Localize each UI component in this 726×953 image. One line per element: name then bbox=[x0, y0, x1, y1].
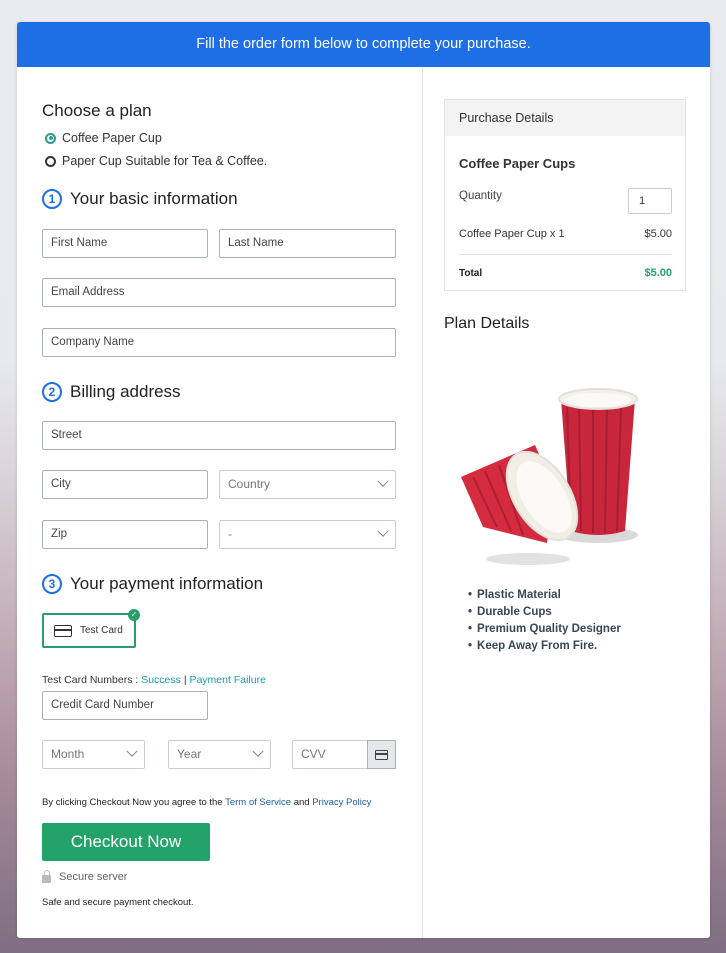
top-banner: Fill the order form below to complete yo… bbox=[17, 22, 710, 67]
product-title: Coffee Paper Cups bbox=[459, 156, 576, 171]
terms-agreement: By clicking Checkout Now you agree to th… bbox=[42, 797, 371, 808]
city-input[interactable]: City bbox=[42, 470, 208, 499]
order-form-card: Fill the order form below to complete yo… bbox=[17, 22, 710, 938]
list-item: Keep Away From Fire. bbox=[468, 638, 621, 655]
purchase-details-heading: Purchase Details bbox=[445, 100, 685, 136]
quantity-input[interactable]: 1 bbox=[628, 188, 672, 214]
check-icon: ✓ bbox=[128, 609, 140, 621]
basic-info-heading: 1 Your basic information bbox=[42, 189, 238, 209]
test-card-option[interactable]: Test Card ✓ bbox=[42, 609, 140, 648]
email-input[interactable]: Email Address bbox=[42, 278, 396, 307]
payment-heading: 3 Your payment information bbox=[42, 574, 263, 594]
test-numbers-label: Test Card Numbers : bbox=[42, 674, 139, 686]
chevron-down-icon bbox=[377, 525, 389, 537]
plan-details-heading: Plan Details bbox=[444, 315, 530, 332]
credit-card-icon bbox=[54, 624, 72, 637]
line-item: Coffee Paper Cup x 1 bbox=[459, 228, 565, 240]
choose-plan-heading: Choose a plan bbox=[42, 101, 152, 120]
cvv-placeholder: CVV bbox=[301, 747, 326, 761]
state-select[interactable]: - bbox=[219, 520, 396, 549]
country-select[interactable]: Country bbox=[219, 470, 396, 499]
order-form: Choose a plan Coffee Paper Cup Paper Cup… bbox=[17, 67, 422, 938]
chevron-down-icon bbox=[252, 745, 264, 757]
billing-heading: 2 Billing address bbox=[42, 382, 181, 402]
agree-and: and bbox=[293, 797, 310, 808]
plan-features-list: Plastic Material Durable Cups Premium Qu… bbox=[468, 587, 621, 655]
test-card-label: Test Card bbox=[80, 625, 123, 636]
agree-text: By clicking Checkout Now you agree to th… bbox=[42, 797, 223, 808]
plan-option-coffee-cup[interactable]: Coffee Paper Cup bbox=[45, 131, 162, 145]
summary-column: Purchase Details Coffee Paper Cups Quant… bbox=[423, 67, 710, 938]
line-item-price: $5.00 bbox=[644, 228, 672, 240]
total-price: $5.00 bbox=[644, 267, 672, 279]
success-link[interactable]: Success bbox=[141, 674, 181, 686]
street-input[interactable]: Street bbox=[42, 421, 396, 450]
country-select-value: Country bbox=[228, 477, 271, 491]
plan-option-tea-coffee-cup[interactable]: Paper Cup Suitable for Tea & Coffee. bbox=[45, 154, 267, 168]
safe-checkout-note: Safe and secure payment checkout. bbox=[42, 897, 194, 908]
payment-failure-link[interactable]: Payment Failure bbox=[189, 674, 265, 686]
state-select-value: - bbox=[228, 527, 232, 541]
company-input[interactable]: Company Name bbox=[42, 328, 396, 357]
step-number-icon: 3 bbox=[42, 574, 62, 594]
year-select-value: Year bbox=[177, 747, 202, 761]
privacy-policy-link[interactable]: Privacy Policy bbox=[312, 797, 371, 808]
month-select-value: Month bbox=[51, 747, 85, 761]
secure-server-label: Secure server bbox=[59, 871, 128, 883]
test-card-numbers: Test Card Numbers : Success | Payment Fa… bbox=[42, 674, 266, 686]
total-label: Total bbox=[459, 268, 483, 279]
purchase-details-box: Purchase Details Coffee Paper Cups Quant… bbox=[444, 99, 686, 291]
list-item: Plastic Material bbox=[468, 587, 621, 604]
step-number-icon: 1 bbox=[42, 189, 62, 209]
chevron-down-icon bbox=[377, 475, 389, 487]
cvv-card-button[interactable] bbox=[367, 740, 396, 769]
chevron-down-icon bbox=[126, 745, 138, 757]
step-title: Your payment information bbox=[70, 574, 264, 593]
last-name-input[interactable]: Last Name bbox=[219, 229, 396, 258]
terms-of-service-link[interactable]: Term of Service bbox=[225, 797, 291, 808]
summary-divider bbox=[459, 254, 672, 255]
plan-option-label: Coffee Paper Cup bbox=[62, 131, 162, 145]
step-number-icon: 2 bbox=[42, 382, 62, 402]
step-title: Billing address bbox=[70, 382, 181, 401]
radio-unselected-icon bbox=[45, 155, 56, 167]
zip-input[interactable]: Zip bbox=[42, 520, 208, 549]
plan-option-label: Paper Cup Suitable for Tea & Coffee. bbox=[62, 154, 268, 168]
secure-server: Secure server bbox=[42, 869, 128, 883]
paper-cups-image bbox=[461, 388, 638, 565]
cvv-input[interactable]: CVV bbox=[292, 740, 396, 769]
lock-icon bbox=[42, 869, 51, 883]
quantity-label: Quantity bbox=[459, 190, 502, 202]
list-item: Premium Quality Designer bbox=[468, 621, 621, 638]
checkout-now-button[interactable]: Checkout Now bbox=[42, 823, 210, 861]
month-select[interactable]: Month bbox=[42, 740, 145, 769]
credit-card-number-input[interactable]: Credit Card Number bbox=[42, 691, 208, 720]
first-name-input[interactable]: First Name bbox=[42, 229, 208, 258]
year-select[interactable]: Year bbox=[168, 740, 271, 769]
link-separator: | bbox=[183, 674, 187, 686]
credit-card-icon bbox=[375, 749, 388, 760]
list-item: Durable Cups bbox=[468, 604, 621, 621]
radio-selected-icon bbox=[45, 132, 56, 144]
step-title: Your basic information bbox=[70, 189, 238, 208]
